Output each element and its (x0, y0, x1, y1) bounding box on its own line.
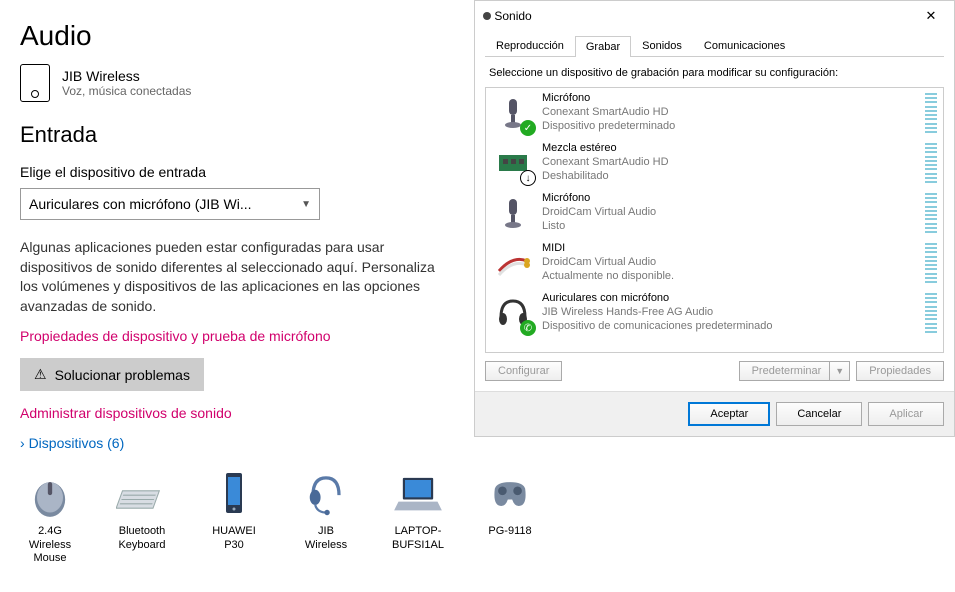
headphones-icon: ✆ (492, 292, 534, 334)
ok-button[interactable]: Aceptar (688, 402, 770, 426)
settings-panel: Audio JIB Wireless Voz, música conectada… (0, 0, 475, 565)
board-icon: ↓ (492, 142, 534, 184)
mouse-icon (20, 467, 80, 519)
device-item[interactable]: PG-9118 (480, 467, 540, 565)
input-device-select[interactable]: Auriculares con micrófono (JIB Wi... ▼ (20, 188, 320, 220)
device-meta: Mezcla estéreoConexant SmartAudio HDDesh… (542, 142, 917, 183)
input-section-heading: Entrada (20, 122, 455, 148)
devices-grid: 2.4G Wireless Mouse Bluetooth Keyboard HUA… (20, 467, 455, 565)
device-item[interactable]: HUAWEI P30 (204, 467, 264, 565)
level-meter (925, 193, 937, 233)
device-label: Bluetooth Keyboard (112, 525, 172, 551)
level-meter (925, 93, 937, 133)
device-meta: Auriculares con micrófonoJIB Wireless Ha… (542, 292, 917, 333)
recording-device-row[interactable]: MIDIDroidCam Virtual AudioActualmente no… (486, 238, 943, 288)
speaker-icon (483, 12, 491, 20)
status-badge: ✓ (520, 120, 536, 136)
dialog-titlebar[interactable]: Sonido ✕ (475, 1, 954, 31)
laptop-icon (388, 467, 448, 519)
device-item[interactable]: LAPTOP-BUFSI1AL (388, 467, 448, 565)
device-text: JIB Wireless Voz, música conectadas (62, 68, 191, 98)
cable-icon (492, 242, 534, 284)
keyboard-icon (112, 467, 172, 519)
device-meta: MicrófonoConexant SmartAudio HDDispositi… (542, 92, 917, 133)
device-label: PG-9118 (488, 525, 531, 538)
mic-icon: ✓ (492, 92, 534, 134)
manage-devices-link[interactable]: Administrar dispositivos de sonido (20, 405, 455, 421)
tab-reproducción[interactable]: Reproducción (485, 35, 575, 56)
device-meta: MIDIDroidCam Virtual AudioActualmente no… (542, 242, 917, 283)
device-label: HUAWEI P30 (204, 525, 264, 551)
page-title: Audio (20, 20, 455, 52)
device-status: Voz, música conectadas (62, 84, 191, 98)
instruction-text: Seleccione un dispositivo de grabación p… (489, 67, 940, 79)
sound-dialog: Sonido ✕ ReproducciónGrabarSonidosComuni… (474, 0, 955, 437)
device-icon (20, 64, 50, 102)
device-label: LAPTOP-BUFSI1AL (388, 525, 448, 551)
close-button[interactable]: ✕ (908, 1, 954, 31)
chevron-down-icon: ▼ (301, 199, 311, 210)
apply-button[interactable]: Aplicar (868, 402, 944, 426)
input-select-label: Elige el dispositivo de entrada (20, 164, 455, 180)
tab-sonidos[interactable]: Sonidos (631, 35, 693, 56)
tab-comunicaciones[interactable]: Comunicaciones (693, 35, 796, 56)
device-item[interactable]: Bluetooth Keyboard (112, 467, 172, 565)
recording-device-row[interactable]: ↓ Mezcla estéreoConexant SmartAudio HDDes… (486, 138, 943, 188)
phone-icon (204, 467, 264, 519)
warning-icon: ⚠ (34, 366, 47, 383)
input-note: Algunas aplicaciones pueden estar config… (20, 238, 455, 316)
troubleshoot-label: Solucionar problemas (55, 367, 190, 383)
configure-button[interactable]: Configurar (485, 361, 562, 381)
gamepad-icon (480, 467, 540, 519)
recording-device-row[interactable]: ✆ Auriculares con micrófonoJIB Wireless H… (486, 288, 943, 338)
device-name: JIB Wireless (62, 68, 191, 84)
device-item[interactable]: 2.4G Wireless Mouse (20, 467, 80, 565)
device-item[interactable]: JIB Wireless (296, 467, 356, 565)
headset-icon (296, 467, 356, 519)
recording-device-list[interactable]: ✓ MicrófonoConexant SmartAudio HDDisposit… (485, 87, 944, 353)
dialog-footer: Aceptar Cancelar Aplicar (475, 391, 954, 436)
set-default-dropdown[interactable]: ▼ (829, 361, 850, 381)
devices-header[interactable]: Dispositivos (6) (20, 435, 455, 451)
properties-button[interactable]: Propiedades (856, 361, 944, 381)
status-badge: ↓ (520, 170, 536, 186)
list-buttons: Configurar Predeterminar ▼ Propiedades (485, 361, 944, 381)
cancel-button[interactable]: Cancelar (776, 402, 862, 426)
status-badge: ✆ (520, 320, 536, 336)
level-meter (925, 243, 937, 283)
input-device-value: Auriculares con micrófono (JIB Wi... (29, 196, 252, 212)
device-meta: MicrófonoDroidCam Virtual AudioListo (542, 192, 917, 233)
device-label: JIB Wireless (296, 525, 356, 551)
device-properties-link[interactable]: Propiedades de dispositivo y prueba de m… (20, 328, 455, 344)
dialog-title: Sonido (494, 9, 531, 23)
recording-device-row[interactable]: MicrófonoDroidCam Virtual AudioListo (486, 188, 943, 238)
tab-grabar[interactable]: Grabar (575, 36, 631, 57)
mic-icon (492, 192, 534, 234)
set-default-button[interactable]: Predeterminar (739, 361, 830, 381)
level-meter (925, 293, 937, 333)
output-device-row[interactable]: JIB Wireless Voz, música conectadas (20, 64, 455, 102)
device-label: 2.4G Wireless Mouse (20, 525, 80, 565)
set-default-split-button[interactable]: Predeterminar ▼ (739, 361, 851, 381)
tab-strip: ReproducciónGrabarSonidosComunicaciones (485, 35, 944, 57)
recording-device-row[interactable]: ✓ MicrófonoConexant SmartAudio HDDisposit… (486, 88, 943, 138)
level-meter (925, 143, 937, 183)
troubleshoot-button[interactable]: ⚠ Solucionar problemas (20, 358, 204, 391)
